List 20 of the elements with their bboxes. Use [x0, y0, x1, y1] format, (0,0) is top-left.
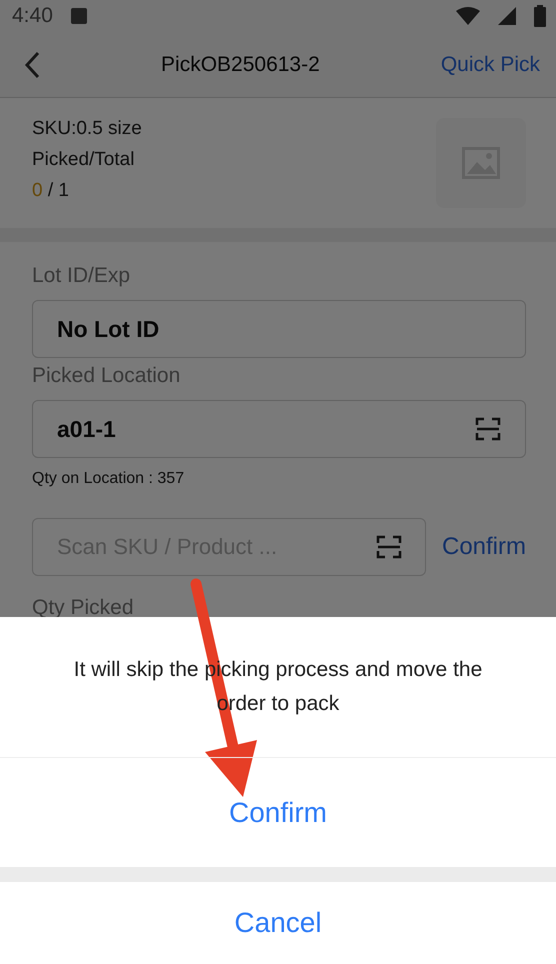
field-label: Qty Picked — [32, 596, 135, 620]
scan-icon[interactable] — [475, 416, 501, 442]
field-label: Lot ID/Exp — [32, 264, 132, 288]
quick-pick-link[interactable]: Quick Pick — [440, 52, 540, 76]
back-icon[interactable] — [24, 50, 40, 78]
scan-icon[interactable] — [376, 534, 402, 560]
keyboard-icon — [70, 8, 87, 24]
confirm-link[interactable]: Confirm — [442, 533, 526, 561]
signal-icon — [498, 7, 516, 25]
battery-icon — [534, 5, 546, 27]
progress-count: 0 / 1 — [32, 180, 70, 202]
status-time: 4:40 — [12, 4, 53, 28]
input-field[interactable]: No Lot ID — [32, 300, 526, 358]
wifi-icon — [456, 7, 480, 25]
field-label: Picked Location — [32, 364, 182, 388]
input-field[interactable]: a01-1 — [32, 400, 526, 458]
progress-label: Picked/Total — [32, 149, 136, 171]
sku-text: SKU:0.5 size — [32, 118, 142, 140]
page-title: PickOB250613-2 — [160, 52, 321, 76]
location-qty: Qty on Location : 357 — [32, 470, 186, 488]
